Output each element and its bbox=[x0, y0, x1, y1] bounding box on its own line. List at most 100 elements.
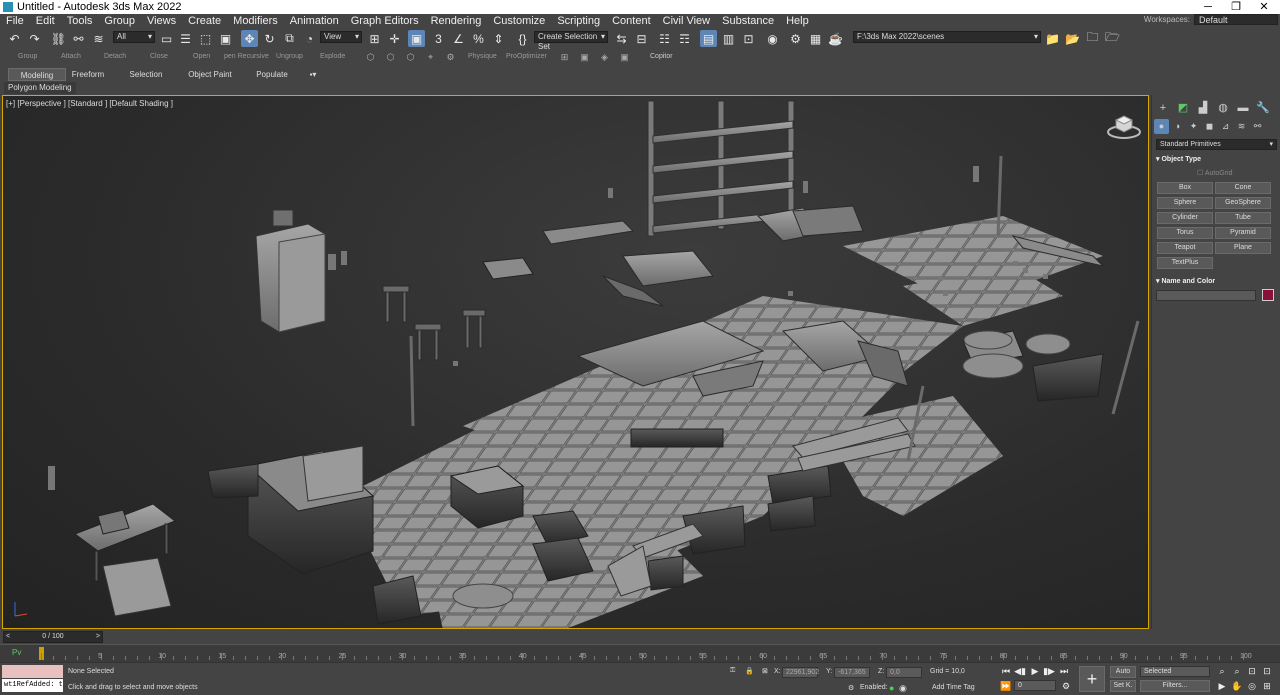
spinner-snap-icon[interactable]: ⇕ bbox=[490, 30, 507, 47]
tab-freeform[interactable]: Freeform bbox=[66, 68, 110, 81]
menu-group[interactable]: Group bbox=[98, 14, 141, 28]
sphere-button[interactable]: Sphere bbox=[1157, 197, 1213, 209]
create-tab-icon[interactable]: + bbox=[1155, 100, 1171, 116]
play-icon[interactable]: ▶ bbox=[1029, 665, 1041, 677]
schematic-view-icon[interactable]: ⊡ bbox=[740, 30, 757, 47]
display-tab-icon[interactable]: ▬ bbox=[1235, 100, 1251, 116]
current-frame-field[interactable]: 0 bbox=[1014, 680, 1056, 691]
perspective-viewport[interactable]: [+] [Perspective ] [Standard ] [Default … bbox=[2, 95, 1149, 629]
render-setup-icon[interactable]: ⚙ bbox=[787, 30, 804, 47]
time-prev-icon[interactable]: < bbox=[6, 632, 10, 642]
tool-icon-b[interactable]: ⬡ bbox=[382, 49, 399, 66]
open-group-button[interactable]: Open bbox=[193, 53, 210, 60]
material-editor-icon[interactable]: ◉ bbox=[764, 30, 781, 47]
menu-create[interactable]: Create bbox=[182, 14, 227, 28]
menu-rendering[interactable]: Rendering bbox=[425, 14, 488, 28]
menu-customize[interactable]: Customize bbox=[487, 14, 551, 28]
set-key-icon[interactable]: + bbox=[1079, 666, 1105, 692]
tool-icon-f[interactable]: ⊞ bbox=[556, 49, 573, 66]
detach-button[interactable]: Detach bbox=[104, 53, 126, 60]
transform-gizmo-icon[interactable]: ✛ bbox=[386, 30, 403, 47]
percent-snap-icon[interactable]: % bbox=[470, 30, 487, 47]
textplus-button[interactable]: TextPlus bbox=[1157, 257, 1213, 269]
menu-graph-editors[interactable]: Graph Editors bbox=[345, 14, 425, 28]
tool-icon-i[interactable]: ▣ bbox=[616, 49, 633, 66]
zoom-extents-icon[interactable]: ⊡ bbox=[1246, 665, 1258, 677]
snaps-toggle-icon[interactable]: 3 bbox=[430, 30, 447, 47]
name-color-rollout[interactable]: ▾ Name and Color bbox=[1156, 277, 1215, 285]
select-scale-icon[interactable]: ⧉ bbox=[281, 30, 298, 47]
edit-named-selection-icon[interactable]: {} bbox=[514, 30, 531, 47]
time-configuration-icon[interactable]: ⚙ bbox=[1060, 680, 1072, 692]
teapot-button[interactable]: Teapot bbox=[1157, 242, 1213, 254]
systems-icon[interactable]: ⚯ bbox=[1250, 119, 1265, 134]
key-filters-button[interactable]: Filters... bbox=[1140, 680, 1210, 692]
menu-animation[interactable]: Animation bbox=[284, 14, 345, 28]
physique-button[interactable]: Physique bbox=[468, 53, 497, 60]
shapes-icon[interactable]: ◑ bbox=[1170, 119, 1185, 134]
go-to-end-icon[interactable]: ⏭ bbox=[1058, 665, 1070, 677]
rect-selection-icon[interactable]: ⬚ bbox=[197, 30, 214, 47]
adaptive-degradation-icon[interactable]: ⚙ bbox=[848, 684, 854, 692]
scene-explorer-icon[interactable]: ☷ bbox=[656, 30, 673, 47]
project-settings-icon[interactable]: 🗁 bbox=[1104, 30, 1121, 47]
box-button[interactable]: Box bbox=[1157, 182, 1213, 194]
toggle-ribbon-icon[interactable]: ▤ bbox=[700, 30, 717, 47]
object-color-swatch[interactable] bbox=[1262, 289, 1274, 301]
attach-button[interactable]: Attach bbox=[61, 53, 81, 60]
next-frame-icon[interactable]: ▮▶ bbox=[1043, 665, 1055, 677]
maxscript-output[interactable]: wt1RefAdded: t bbox=[2, 679, 63, 692]
pan-icon[interactable]: ✋ bbox=[1231, 680, 1243, 692]
go-to-start-icon[interactable]: ⏮ bbox=[1000, 665, 1012, 677]
tool-icon-d[interactable]: ⌖ bbox=[422, 49, 439, 66]
selection-filter-dropdown[interactable]: All bbox=[113, 31, 155, 43]
torus-button[interactable]: Torus bbox=[1157, 227, 1213, 239]
angle-snap-icon[interactable]: ∠ bbox=[450, 30, 467, 47]
menu-modifiers[interactable]: Modifiers bbox=[227, 14, 284, 28]
tool-icon-g[interactable]: ▣ bbox=[576, 49, 593, 66]
unlink-icon[interactable]: ⚯ bbox=[70, 30, 87, 47]
zoom-all-icon[interactable]: ⌕ bbox=[1231, 665, 1243, 677]
tab-modeling[interactable]: Modeling bbox=[8, 68, 66, 81]
group-button[interactable]: Group bbox=[18, 53, 37, 60]
tab-populate[interactable]: Populate bbox=[250, 68, 294, 81]
bind-space-warp-icon[interactable]: ≋ bbox=[90, 30, 107, 47]
field-of-view-icon[interactable]: ▶ bbox=[1216, 680, 1228, 692]
ungroup-button[interactable]: Ungroup bbox=[276, 53, 303, 60]
undo-icon[interactable]: ↶ bbox=[6, 30, 23, 47]
time-slider[interactable]: < 0 / 100 > bbox=[3, 631, 103, 643]
named-selection-set-dropdown[interactable]: Create Selection Set bbox=[534, 31, 608, 51]
reference-coordinate-dropdown[interactable]: View bbox=[320, 31, 362, 43]
open-folder-icon[interactable]: 📂 bbox=[1064, 30, 1081, 47]
tool-icon-c[interactable]: ⬡ bbox=[402, 49, 419, 66]
ribbon-options-icon[interactable]: ▪▾ bbox=[304, 68, 322, 81]
modify-tab-icon[interactable]: ◩ bbox=[1175, 100, 1191, 116]
tube-button[interactable]: Tube bbox=[1215, 212, 1271, 224]
primitive-type-dropdown[interactable]: Standard Primitives bbox=[1156, 139, 1277, 150]
menu-views[interactable]: Views bbox=[141, 14, 182, 28]
align-icon[interactable]: ⊟ bbox=[633, 30, 650, 47]
menu-civil-view[interactable]: Civil View bbox=[657, 14, 716, 28]
tab-object-paint[interactable]: Object Paint bbox=[184, 68, 236, 81]
set-key-button[interactable]: Set K. bbox=[1110, 680, 1136, 692]
menu-content[interactable]: Content bbox=[606, 14, 657, 28]
pyramid-button[interactable]: Pyramid bbox=[1215, 227, 1271, 239]
project-folder-icon[interactable]: 📁 bbox=[1044, 30, 1061, 47]
cylinder-button[interactable]: Cylinder bbox=[1157, 212, 1213, 224]
utilities-tab-icon[interactable]: 🔧 bbox=[1255, 100, 1271, 116]
select-rotate-icon[interactable]: ↻ bbox=[261, 30, 278, 47]
place-icon[interactable]: ◔ bbox=[301, 30, 318, 47]
geosphere-button[interactable]: GeoSphere bbox=[1215, 197, 1271, 209]
maximize-button[interactable]: ❐ bbox=[1222, 0, 1250, 14]
close-group-button[interactable]: Close bbox=[150, 53, 168, 60]
cone-button[interactable]: Cone bbox=[1215, 182, 1271, 194]
plane-button[interactable]: Plane bbox=[1215, 242, 1271, 254]
tool-icon-e[interactable]: ⚙ bbox=[442, 49, 459, 66]
save-folder-icon[interactable]: 🗀 bbox=[1084, 30, 1101, 47]
lights-icon[interactable]: ✦ bbox=[1186, 119, 1201, 134]
maxscript-listener-pink[interactable] bbox=[2, 665, 63, 678]
polygon-modeling-panel[interactable]: Polygon Modeling bbox=[4, 82, 76, 94]
menu-help[interactable]: Help bbox=[780, 14, 815, 28]
select-by-name-icon[interactable]: ☰ bbox=[177, 30, 194, 47]
pivot-center-icon[interactable]: ⊞ bbox=[366, 30, 383, 47]
